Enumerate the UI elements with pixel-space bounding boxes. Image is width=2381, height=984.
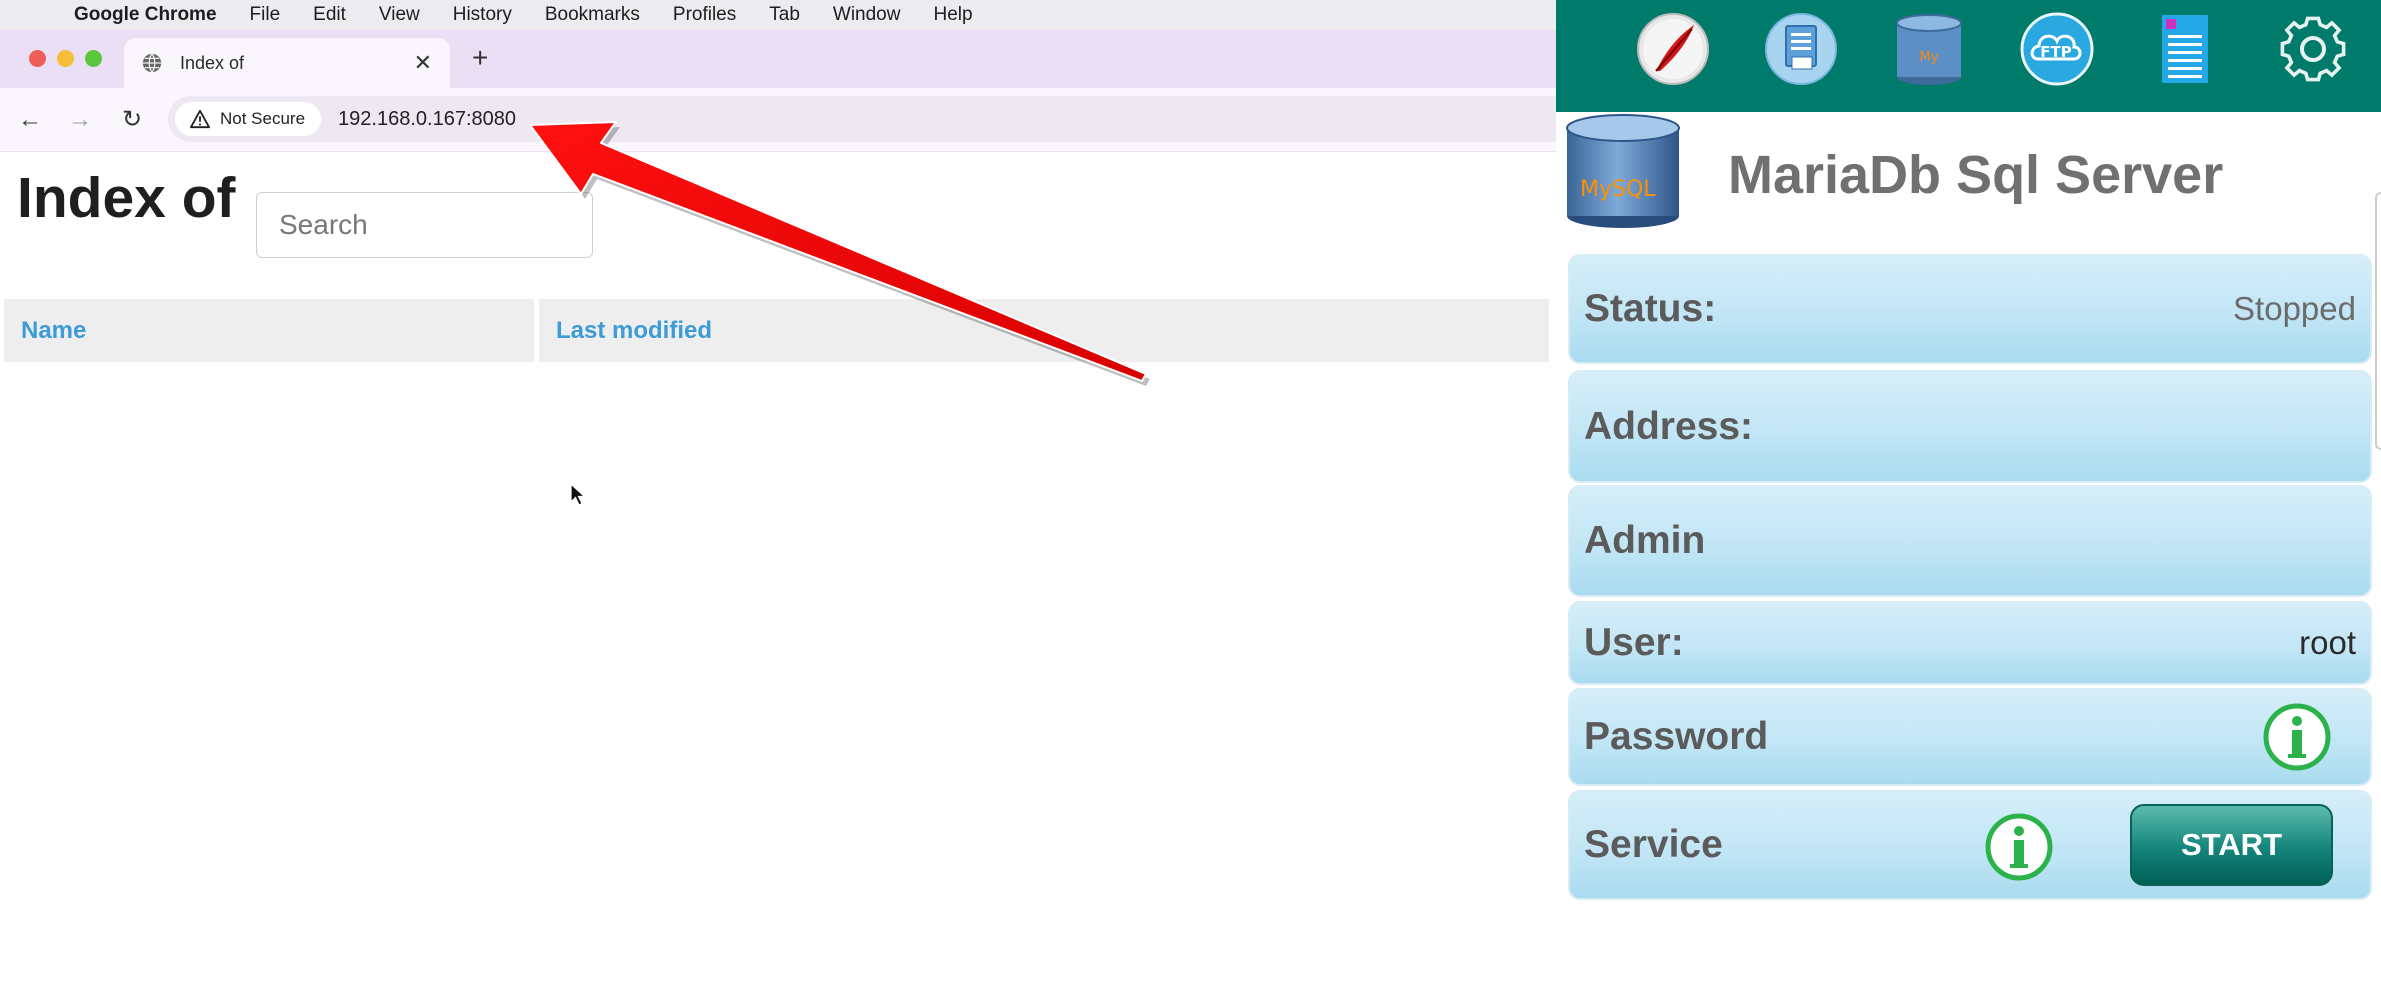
tab-strip: Index of ✕ + xyxy=(0,30,1556,88)
page-title: Index of xyxy=(17,166,236,230)
password-row: Password xyxy=(1568,688,2372,786)
app-toolbar: My FTP xyxy=(1556,0,2381,112)
notes-icon[interactable] xyxy=(2148,11,2222,87)
app-header: MySQL MariaDb Sql Server xyxy=(1556,112,2381,240)
start-button[interactable]: START xyxy=(2130,804,2333,886)
mouse-cursor-icon xyxy=(570,483,586,506)
menu-app-name[interactable]: Google Chrome xyxy=(74,4,217,26)
user-label: User: xyxy=(1584,621,1684,664)
mysql-database-icon[interactable]: My xyxy=(1892,11,1966,87)
mysql-logo: MySQL xyxy=(1566,114,1680,228)
menu-history[interactable]: History xyxy=(453,4,512,26)
security-label: Not Secure xyxy=(220,109,306,128)
menu-window[interactable]: Window xyxy=(833,4,901,26)
menu-tab[interactable]: Tab xyxy=(769,4,800,26)
app-title: MariaDb Sql Server xyxy=(1728,145,2224,205)
service-row: Service START xyxy=(1568,790,2372,900)
service-info-icon[interactable] xyxy=(1984,812,2054,882)
ftp-cloud-icon[interactable]: FTP xyxy=(2020,11,2094,87)
service-label: Service xyxy=(1584,823,1723,866)
warning-triangle-icon xyxy=(190,109,210,129)
tab-title: Index of xyxy=(180,52,245,73)
reload-icon[interactable]: ↻ xyxy=(118,106,146,134)
column-header-name[interactable]: Name xyxy=(4,299,534,362)
browser-toolbar: ← → ↻ Not Secure 192.168.0.167:8080 xyxy=(0,88,1556,152)
menu-profiles[interactable]: Profiles xyxy=(673,4,736,26)
macos-menubar: Google Chrome File Edit View History Boo… xyxy=(0,0,1556,30)
column-header-last-modified[interactable]: Last modified xyxy=(539,299,1549,362)
window-close-button[interactable] xyxy=(29,50,46,67)
menu-view[interactable]: View xyxy=(379,4,420,26)
status-row: Status: Stopped xyxy=(1568,254,2372,364)
ftp-label: FTP xyxy=(2040,43,2071,61)
menu-file[interactable]: File xyxy=(250,4,281,26)
menu-edit[interactable]: Edit xyxy=(313,4,346,26)
user-row: User: root xyxy=(1568,601,2372,685)
url-text[interactable]: 192.168.0.167:8080 xyxy=(338,108,516,131)
mysql-logo-text: MySQL xyxy=(1580,177,1656,202)
search-input[interactable] xyxy=(256,192,593,258)
address-bar[interactable]: Not Secure 192.168.0.167:8080 xyxy=(168,96,1556,142)
address-row: Address: xyxy=(1568,370,2372,483)
forward-arrow-icon[interactable]: → xyxy=(66,106,94,134)
status-value: Stopped xyxy=(2233,290,2356,327)
admin-row[interactable]: Admin xyxy=(1568,485,2372,597)
settings-gear-icon[interactable] xyxy=(2276,11,2350,87)
svg-text:My: My xyxy=(1920,50,1939,65)
scroll-indicator[interactable] xyxy=(2375,192,2381,450)
address-label: Address: xyxy=(1584,404,1754,448)
tab-close-icon[interactable]: ✕ xyxy=(414,50,432,76)
back-arrow-icon[interactable]: ← xyxy=(16,106,44,134)
window-minimize-button[interactable] xyxy=(57,50,74,67)
feather-icon[interactable] xyxy=(1636,11,1710,87)
security-chip[interactable]: Not Secure xyxy=(175,102,322,136)
browser-tab[interactable]: Index of ✕ xyxy=(124,38,450,88)
menu-help[interactable]: Help xyxy=(933,4,972,26)
new-tab-button[interactable]: + xyxy=(472,42,488,74)
menu-bookmarks[interactable]: Bookmarks xyxy=(545,4,640,26)
file-table-header: Name Last modified xyxy=(4,299,1549,362)
password-info-icon[interactable] xyxy=(2262,702,2332,772)
password-label: Password xyxy=(1584,715,1769,758)
globe-icon xyxy=(142,53,162,73)
document-icon[interactable] xyxy=(1764,11,1838,87)
status-label: Status: xyxy=(1584,287,1717,330)
mariadb-app-panel: My FTP MySQL MariaDb Sql Server Status: … xyxy=(1556,0,2381,984)
user-value: root xyxy=(2299,624,2356,661)
window-zoom-button[interactable] xyxy=(85,50,102,67)
admin-label: Admin xyxy=(1584,519,1706,562)
